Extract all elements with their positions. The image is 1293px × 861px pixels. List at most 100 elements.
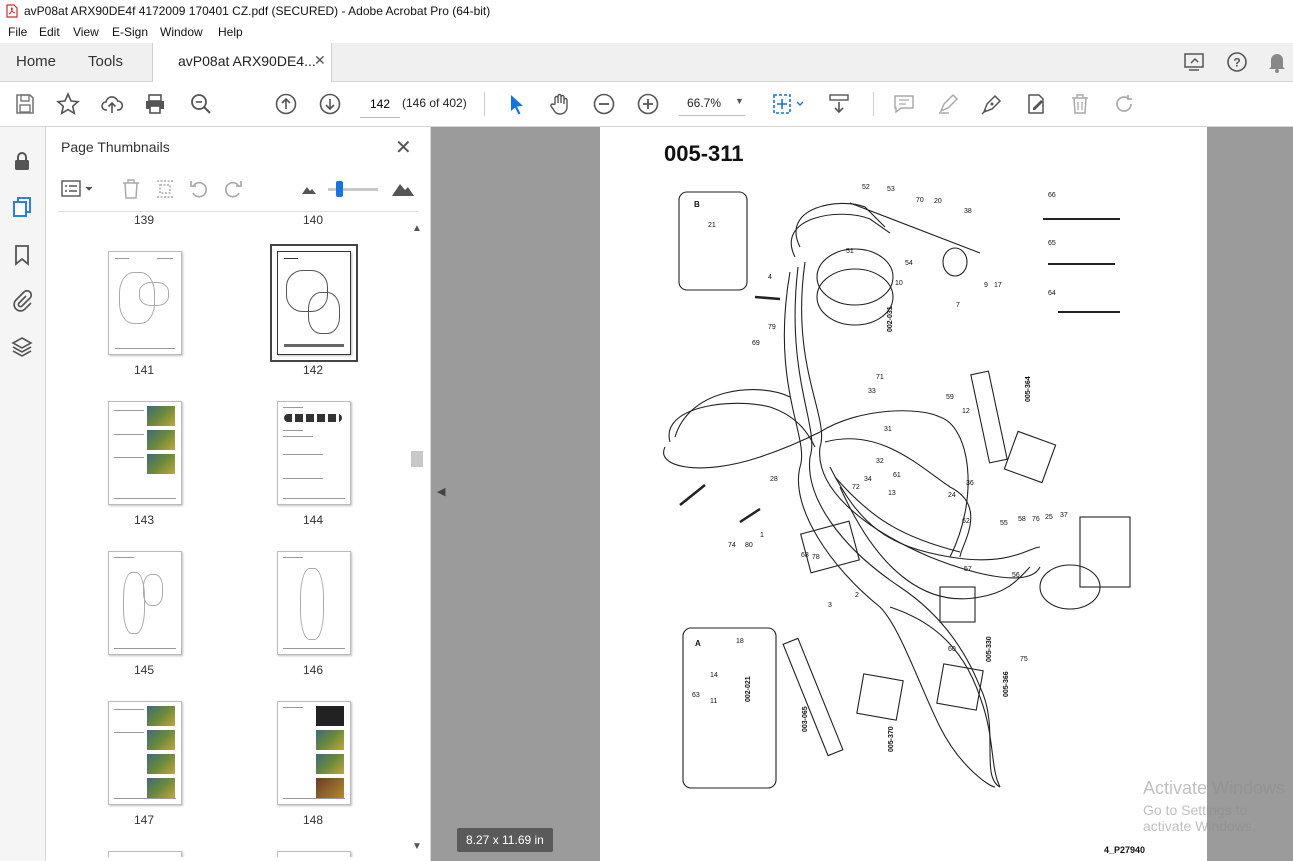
part-callout: 14 (710, 672, 718, 679)
page-thumbnails-icon[interactable] (10, 195, 34, 219)
part-callout: 28 (770, 476, 778, 483)
print-button[interactable] (143, 92, 167, 116)
thumbnail-page-143[interactable] (108, 401, 182, 505)
bookmarks-icon[interactable] (10, 243, 34, 267)
help-icon[interactable]: ? (1225, 50, 1249, 74)
extract-pages-icon[interactable] (154, 177, 176, 201)
delete-button[interactable] (1068, 92, 1092, 116)
cursor-arrow-icon (511, 95, 523, 115)
close-panel-icon[interactable]: ✕ (395, 135, 412, 160)
hydraulic-parts-diagram: B A 002-031 003-065 005-364 002-021 005-… (663, 184, 1131, 789)
page-fit-button[interactable] (771, 92, 807, 116)
thumbnail-options-menu-icon[interactable] (60, 178, 96, 200)
comment-button[interactable] (892, 92, 916, 116)
thumbnail-page-141[interactable] (108, 251, 182, 355)
attachments-paperclip-icon[interactable] (10, 289, 34, 313)
part-callout: 68 (801, 552, 809, 559)
tab-home[interactable]: Home (16, 53, 56, 70)
scrollbar-thumb[interactable] (411, 451, 423, 467)
highlight-button[interactable] (936, 92, 960, 116)
thumbnail-page-146[interactable] (277, 551, 351, 655)
minus-circle-icon (593, 93, 615, 115)
part-callout: 57 (964, 566, 972, 573)
reference-callout: 005-370 (888, 726, 895, 752)
page-number-input[interactable] (360, 91, 400, 118)
part-callout: 25 (1045, 514, 1053, 521)
small-thumbnails-icon[interactable] (300, 181, 318, 197)
zoom-out-button[interactable] (592, 92, 616, 116)
rotate-left-icon[interactable] (188, 177, 210, 201)
part-callout: 76 (1032, 516, 1040, 523)
select-tool-button[interactable] (505, 92, 529, 116)
arrow-down-circle-icon (319, 93, 341, 115)
zoom-level-select[interactable]: 66.7% ▼ (679, 91, 745, 116)
part-callout: 2 (855, 592, 859, 599)
thumbnail-label: 141 (133, 363, 155, 377)
redo-button[interactable] (1112, 92, 1136, 116)
zoom-search-icon (191, 94, 211, 114)
thumbnail-list: 139 140 141 142 143 144 145 146 147 148 (58, 213, 413, 857)
page-thumbnails-panel: Page Thumbnails ✕ 139 140 141 142 143 14… (46, 127, 431, 861)
printer-icon (146, 94, 164, 114)
part-callout: 75 (1020, 656, 1028, 663)
scroll-up-icon[interactable]: ▲ (412, 223, 422, 234)
zoom-in-button[interactable] (636, 92, 660, 116)
thumbnail-page-partial[interactable] (108, 851, 182, 857)
bookmark-star-button[interactable] (56, 91, 80, 116)
layers-icon[interactable] (10, 335, 34, 359)
menu-help[interactable]: Help (218, 25, 243, 39)
thumbnail-label: 142 (302, 363, 324, 377)
edit-pdf-button[interactable] (1024, 92, 1048, 116)
share-screen-icon[interactable] (1183, 51, 1207, 73)
menu-file[interactable]: File (8, 25, 27, 39)
collapse-panel-icon[interactable]: ◀ (437, 485, 445, 498)
part-callout: 33 (868, 388, 876, 395)
part-callout: 54 (905, 260, 913, 267)
part-callout: 60 (948, 646, 956, 653)
find-button[interactable] (189, 92, 213, 116)
part-callout: 55 (1000, 520, 1008, 527)
panel-title: Page Thumbnails (61, 139, 170, 155)
activation-watermark-title: Activate Windows (1143, 778, 1286, 798)
thumbnail-page-147[interactable] (108, 701, 182, 805)
close-tab-icon[interactable]: ✕ (314, 52, 326, 69)
reference-callout: 002-021 (745, 676, 752, 702)
save-button[interactable] (13, 92, 37, 116)
scroll-mode-button[interactable] (827, 92, 851, 116)
draw-button[interactable] (980, 92, 1004, 116)
scroll-down-icon[interactable]: ▼ (412, 841, 422, 852)
thumbnail-scrollbar[interactable]: ▲ ▼ (410, 223, 424, 855)
lock-icon[interactable] (10, 149, 34, 173)
thumbnail-page-148[interactable] (277, 701, 351, 805)
rotate-right-icon[interactable] (222, 177, 244, 201)
activation-watermark-subtitle: Go to Settings to activate Windows. (1143, 802, 1256, 834)
thumbnail-page-144[interactable] (277, 401, 351, 505)
part-callout: 10 (895, 280, 903, 287)
chevron-down-icon: ▼ (735, 96, 744, 106)
menu-window[interactable]: Window (160, 25, 203, 39)
thumbnail-size-slider-handle[interactable] (336, 181, 343, 197)
thumbnail-page-142[interactable] (270, 244, 358, 362)
tab-tools[interactable]: Tools (88, 53, 123, 70)
hand-tool-button[interactable] (548, 92, 572, 116)
menu-edit[interactable]: Edit (39, 25, 60, 39)
reference-callout: 003-065 (802, 706, 809, 732)
menu-esign[interactable]: E-Sign (112, 25, 148, 39)
upload-button[interactable] (100, 92, 124, 116)
redo-icon (1116, 95, 1132, 112)
document-viewport[interactable]: ◀ 005-311 B A 002-031 003-065 005-364 00… (431, 127, 1293, 861)
notifications-bell-icon[interactable] (1267, 51, 1287, 73)
thumbnail-page-partial[interactable] (277, 851, 351, 857)
next-page-button[interactable] (318, 92, 342, 116)
tab-document[interactable]: avP08at ARX90DE4... ✕ (152, 43, 332, 82)
thumbnail-label: 146 (302, 663, 324, 677)
part-callout: 9 (984, 282, 988, 289)
previous-page-button[interactable] (274, 92, 298, 116)
part-callout: 65 (1048, 240, 1056, 247)
scroll-down-icon (829, 94, 849, 114)
menu-view[interactable]: View (73, 25, 99, 39)
cloud-upload-icon (101, 96, 124, 113)
large-thumbnails-icon[interactable] (391, 178, 415, 198)
thumbnail-page-145[interactable] (108, 551, 182, 655)
delete-page-icon[interactable] (120, 177, 142, 201)
